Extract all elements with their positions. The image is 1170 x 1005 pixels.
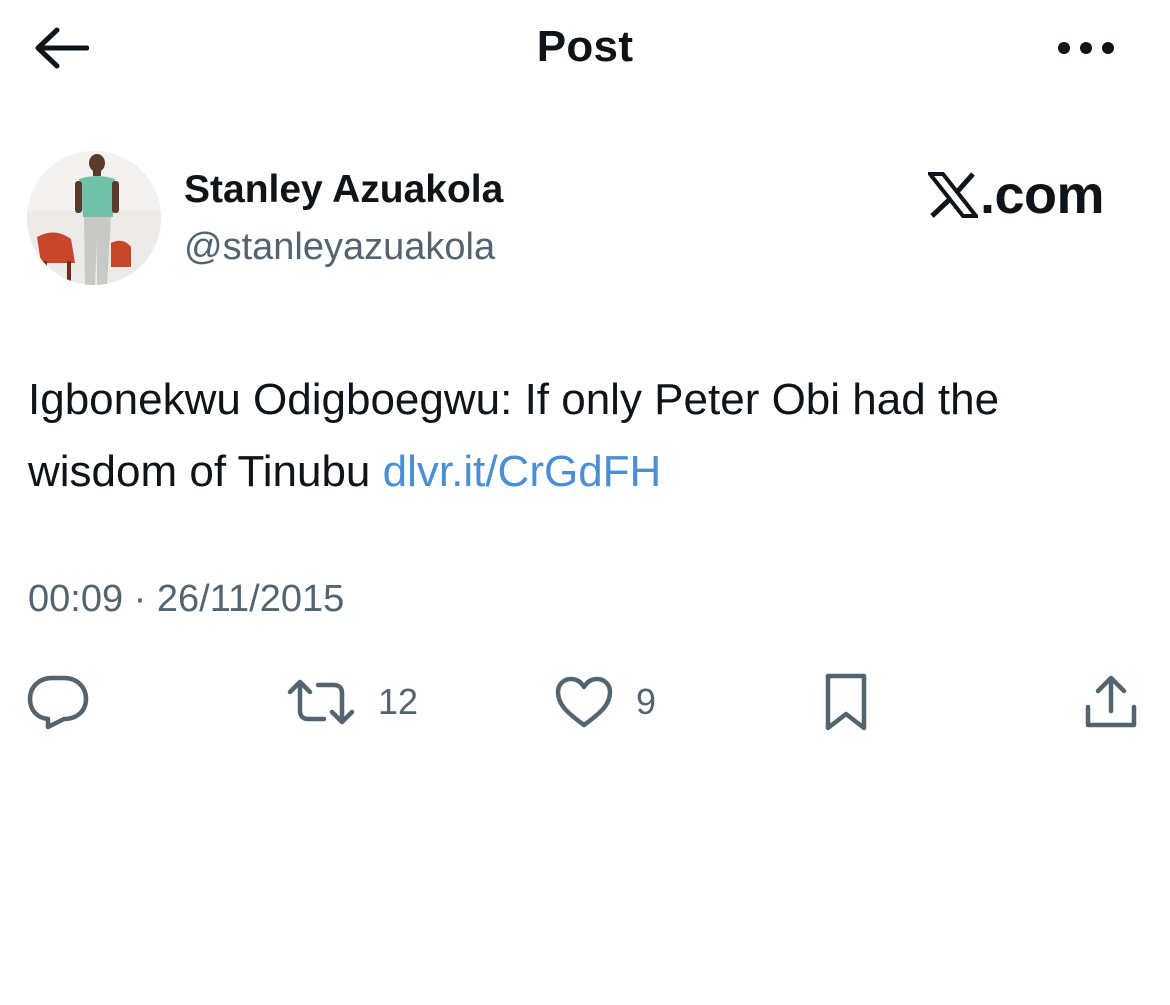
- avatar[interactable]: [27, 151, 161, 285]
- avatar-image: [27, 151, 161, 285]
- page-title: Post: [536, 22, 634, 71]
- like-count: 9: [636, 681, 657, 722]
- retweet-button[interactable]: 12: [286, 670, 418, 734]
- tweet-body: Igbonekwu Odigboegwu: If only Peter Obi …: [28, 364, 1138, 508]
- share-button[interactable]: [1080, 670, 1142, 734]
- bookmark-button[interactable]: [820, 670, 872, 734]
- author-name[interactable]: Stanley Azuakola: [184, 168, 503, 212]
- author-handle[interactable]: @stanleyazuakola: [184, 226, 495, 269]
- more-options-button[interactable]: [1050, 20, 1122, 76]
- reply-icon: [27, 675, 89, 730]
- retweet-icon: [287, 679, 355, 725]
- x-watermark: .com: [928, 164, 1105, 226]
- tweet-link[interactable]: dlvr.it/CrGdFH: [383, 447, 662, 496]
- more-icon: [1058, 42, 1114, 54]
- tweet-timestamp[interactable]: 00:09 · 26/11/2015: [28, 578, 344, 621]
- watermark-text: .com: [980, 165, 1105, 225]
- retweet-count: 12: [378, 681, 419, 722]
- reply-button[interactable]: [26, 670, 90, 734]
- like-button[interactable]: 9: [554, 670, 656, 734]
- x-logo-icon: [928, 172, 978, 218]
- share-icon: [1085, 675, 1137, 728]
- like-icon: [555, 676, 613, 728]
- bookmark-icon: [825, 673, 867, 731]
